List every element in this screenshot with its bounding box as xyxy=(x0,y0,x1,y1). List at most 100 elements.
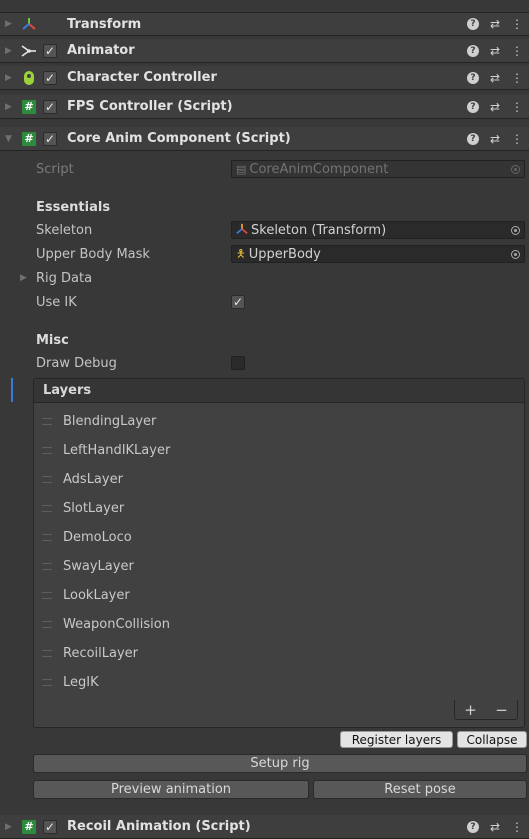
layer-name: AdsLayer xyxy=(63,472,123,487)
presets-icon[interactable]: ⇄ xyxy=(490,132,500,146)
script-icon: # xyxy=(21,131,37,147)
use-ik-checkbox[interactable]: ✓ xyxy=(231,295,245,309)
rig-data-row[interactable]: ▶ Rig Data xyxy=(0,268,529,288)
layer-list-item[interactable]: LookLayer xyxy=(34,581,524,610)
help-icon[interactable]: ? xyxy=(466,820,479,833)
essentials-label: Essentials xyxy=(36,199,111,215)
component-enabled-checkbox[interactable]: ✓ xyxy=(43,70,57,85)
component-title: Recoil Animation (Script) xyxy=(67,819,251,834)
collapse-button[interactable]: Collapse xyxy=(457,731,527,748)
context-menu-icon[interactable]: ⋮ xyxy=(511,820,523,834)
script-value: CoreAnimComponent xyxy=(249,161,389,177)
component-enabled-checkbox[interactable]: ✓ xyxy=(43,131,57,146)
layer-list-item[interactable]: DemoLoco xyxy=(34,523,524,552)
use-ik-row: Use IK ✓ xyxy=(0,292,529,312)
layers-add-remove: + − xyxy=(454,700,518,720)
fold-arrow-icon[interactable]: ▶ xyxy=(5,822,15,832)
rig-data-label[interactable]: Rig Data xyxy=(36,271,92,286)
layer-name: LeftHandIKLayer xyxy=(63,443,171,458)
object-picker-icon[interactable] xyxy=(511,225,520,235)
setup-rig-button[interactable]: Setup rig xyxy=(33,754,527,773)
presets-icon[interactable]: ⇄ xyxy=(490,44,500,58)
layer-name: LookLayer xyxy=(63,588,130,603)
drag-handle-icon[interactable] xyxy=(42,534,52,541)
drag-handle-icon[interactable] xyxy=(42,563,52,570)
drag-handle-icon[interactable] xyxy=(42,679,52,686)
drag-handle-icon[interactable] xyxy=(42,650,52,657)
upper-body-mask-row: Upper Body Mask 🯅 UpperBody xyxy=(0,244,529,264)
layers-list: Layers BlendingLayer LeftHandIKLayer AdsLa… xyxy=(33,378,525,728)
draw-debug-row: Draw Debug xyxy=(0,353,529,373)
draw-debug-checkbox[interactable] xyxy=(231,356,245,370)
component-header-recoil-animation[interactable]: ▶ # ✓ Recoil Animation (Script) ? ⇄ ⋮ xyxy=(0,815,529,839)
animator-icon xyxy=(21,43,37,59)
add-layer-button[interactable]: + xyxy=(464,701,477,719)
context-menu-icon[interactable]: ⋮ xyxy=(511,44,523,58)
layer-name: WeaponCollision xyxy=(63,617,170,632)
layer-name: SlotLayer xyxy=(63,501,125,516)
layer-name: LegIK xyxy=(63,675,99,690)
drag-handle-icon[interactable] xyxy=(42,592,52,599)
essentials-header: Essentials xyxy=(0,197,529,217)
component-title: Animator xyxy=(67,43,135,58)
layer-list-item[interactable]: RecoilLayer xyxy=(34,639,524,668)
layer-list-item[interactable]: SwayLayer xyxy=(34,552,524,581)
object-picker-icon xyxy=(511,164,520,174)
preview-animation-button[interactable]: Preview animation xyxy=(33,780,309,799)
presets-icon[interactable]: ⇄ xyxy=(490,100,500,114)
help-icon[interactable]: ? xyxy=(466,71,479,84)
component-header-core-anim[interactable]: ▼ # ✓ Core Anim Component (Script) ? ⇄ ⋮ xyxy=(0,127,529,151)
presets-icon[interactable]: ⇄ xyxy=(490,17,500,31)
fold-arrow-open-icon[interactable]: ▼ xyxy=(5,134,15,144)
layer-list-item[interactable]: BlendingLayer xyxy=(34,407,524,436)
component-enabled-checkbox[interactable]: ✓ xyxy=(43,99,57,114)
layer-list-item[interactable]: LegIK xyxy=(34,668,524,697)
reset-pose-button[interactable]: Reset pose xyxy=(313,780,527,799)
component-header-character-controller[interactable]: ▶ ✓ Character Controller ? ⇄ ⋮ xyxy=(0,66,529,90)
fold-arrow-icon[interactable]: ▶ xyxy=(5,46,15,56)
drag-handle-icon[interactable] xyxy=(42,476,52,483)
component-enabled-checkbox[interactable]: ✓ xyxy=(43,819,57,834)
fold-arrow-icon[interactable]: ▶ xyxy=(5,19,15,29)
presets-icon[interactable]: ⇄ xyxy=(490,820,500,834)
component-header-animator[interactable]: ▶ ✓ Animator ? ⇄ ⋮ xyxy=(0,39,529,63)
upper-body-mask-label: Upper Body Mask xyxy=(36,246,150,262)
drag-handle-icon[interactable] xyxy=(42,621,52,628)
context-menu-icon[interactable]: ⋮ xyxy=(511,71,523,85)
help-icon[interactable]: ? xyxy=(466,44,479,57)
layer-list-item[interactable]: LeftHandIKLayer xyxy=(34,436,524,465)
layer-list-item[interactable]: AdsLayer xyxy=(34,465,524,494)
script-row: Script ▤ CoreAnimComponent xyxy=(0,159,529,179)
layer-list-item[interactable]: SlotLayer xyxy=(34,494,524,523)
character-controller-icon xyxy=(21,70,37,86)
fold-arrow-icon[interactable]: ▶ xyxy=(20,273,30,283)
skeleton-field[interactable]: Skeleton (Transform) xyxy=(231,221,525,239)
script-label: Script xyxy=(36,161,74,177)
fold-arrow-icon[interactable]: ▶ xyxy=(5,102,15,112)
drag-handle-icon[interactable] xyxy=(42,447,52,454)
context-menu-icon[interactable]: ⋮ xyxy=(511,100,523,114)
draw-debug-label: Draw Debug xyxy=(36,355,117,371)
component-header-transform[interactable]: ▶ Transform ? ⇄ ⋮ xyxy=(0,12,529,36)
drag-handle-icon[interactable] xyxy=(42,505,52,512)
transform-icon xyxy=(21,16,37,32)
component-enabled-checkbox[interactable]: ✓ xyxy=(43,43,57,58)
component-header-fps-controller[interactable]: ▶ # ✓ FPS Controller (Script) ? ⇄ ⋮ xyxy=(0,95,529,119)
upper-body-mask-field[interactable]: 🯅 UpperBody xyxy=(231,245,525,263)
help-icon[interactable]: ? xyxy=(466,18,479,30)
presets-icon[interactable]: ⇄ xyxy=(490,71,500,85)
layers-header[interactable]: Layers xyxy=(34,379,524,403)
layer-name: BlendingLayer xyxy=(63,414,157,429)
upper-body-mask-value: UpperBody xyxy=(248,246,321,262)
help-icon[interactable]: ? xyxy=(466,100,479,113)
remove-layer-button[interactable]: − xyxy=(495,701,508,719)
layer-list-item[interactable]: WeaponCollision xyxy=(34,610,524,639)
register-layers-button[interactable]: Register layers xyxy=(340,731,453,748)
drag-handle-icon[interactable] xyxy=(42,418,52,425)
fold-arrow-icon[interactable]: ▶ xyxy=(5,73,15,83)
object-picker-icon[interactable] xyxy=(511,249,520,259)
context-menu-icon[interactable]: ⋮ xyxy=(511,17,523,31)
component-title: Transform xyxy=(67,16,142,32)
context-menu-icon[interactable]: ⋮ xyxy=(511,132,523,146)
help-icon[interactable]: ? xyxy=(466,132,479,145)
